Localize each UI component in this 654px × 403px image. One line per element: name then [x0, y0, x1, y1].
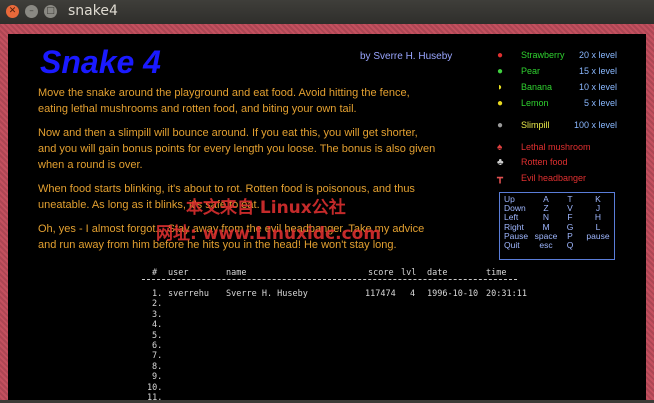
minimize-icon: – [29, 6, 34, 16]
legend-row-lemon: ● Lemon 5 x level [497, 98, 617, 112]
hs-cell-num: 6. [152, 341, 163, 351]
legend-name: Lethal mushroom [521, 142, 591, 152]
hs-header-user: user [168, 268, 189, 278]
lemon-icon: ● [497, 98, 504, 109]
close-icon: ✕ [8, 6, 17, 16]
legend-value: 5 x level [583, 98, 617, 108]
hs-cell-lvl: 4 [410, 289, 416, 299]
hs-cell-num: 2. [152, 299, 163, 310]
maximize-icon: □ [46, 6, 55, 16]
legend-name: Evil headbanger [521, 173, 587, 183]
hs-cell-num: 9. [152, 372, 163, 383]
key-set-3-column: K J H Lpause [586, 194, 610, 250]
key-label: Q [566, 240, 574, 251]
headbanger-icon: ┳ [497, 173, 504, 184]
legend-value: 15 x level [578, 66, 617, 76]
key-label [586, 241, 610, 250]
hs-cell-num: 1. [152, 289, 163, 299]
hs-header-num: # [152, 268, 158, 278]
legend-row-banana: ◗ Banana 10 x level [497, 82, 617, 96]
legend-value: 20 x level [578, 50, 617, 60]
hs-cell-date: 1996-10-10 [427, 289, 479, 299]
legend-name: Slimpill [521, 120, 550, 130]
author-byline: by Sverre H. Huseby [360, 51, 453, 62]
legend-row-pear: ● Pear 15 x level [497, 66, 617, 80]
strawberry-icon: ● [497, 50, 504, 61]
watermark-line2: 网址: www.Linuxidc.com [156, 224, 382, 244]
hs-cell-num: 4. [152, 320, 163, 331]
hs-cell-num: 5. [152, 330, 163, 341]
legend-row-rotten-food: ♣ Rotten food [497, 157, 617, 171]
legend-name: Rotten food [521, 157, 568, 167]
hs-header-lvl: lvl [401, 268, 417, 278]
close-button[interactable]: ✕ [6, 5, 19, 18]
hs-header-date: date [427, 268, 448, 278]
hs-cell-name: Sverre H. Huseby [226, 289, 308, 299]
hs-cell-num: 3. [152, 309, 163, 320]
window-titlebar[interactable]: ✕ – □ snake4 [0, 0, 654, 24]
watermark-line1: 本文来自 Linux公社 [186, 198, 346, 218]
legend-name: Strawberry [521, 50, 565, 60]
hs-cell-score: 117474 [365, 289, 396, 299]
rotten-food-icon: ♣ [497, 157, 504, 168]
legend-name: Lemon [521, 98, 549, 108]
hs-cell-time: 20:31:11 [486, 289, 527, 299]
hs-header-score: score [368, 268, 394, 278]
legend-name: Banana [521, 82, 553, 92]
hs-cell-num: 11. [147, 393, 163, 403]
minimize-button[interactable]: – [25, 5, 38, 18]
legend-row-evil-headbanger: ┳ Evil headbanger [497, 173, 617, 187]
mushroom-icon: ♠ [497, 142, 503, 153]
slimpill-icon: ● [497, 120, 504, 131]
banana-icon: ◗ [497, 82, 504, 93]
game-title: Snake 4 [40, 44, 161, 80]
hs-cell-num: 8. [152, 361, 163, 372]
hs-cell-num: 10. [147, 382, 163, 393]
maximize-button[interactable]: □ [44, 5, 57, 18]
key-set-2-column: TVFGPQ [562, 194, 578, 251]
hs-header-time: time [486, 268, 507, 278]
hs-cell-num: 7. [152, 351, 163, 362]
key-label: esc [539, 240, 553, 251]
legend-row-strawberry: ● Strawberry 20 x level [497, 50, 617, 64]
key-set-1-column: A Z N Mspace esc [534, 194, 558, 251]
hs-header-name: name [226, 268, 247, 278]
window-title: snake4 [68, 3, 118, 19]
hs-cell-user: sverrehu [168, 289, 209, 299]
pear-icon: ● [497, 66, 504, 77]
legend-row-slimpill: ● Slimpill 100 x level [497, 120, 617, 134]
legend-row-lethal-mushroom: ♠ Lethal mushroom [497, 142, 617, 156]
description-paragraph: Move the snake around the playground and… [38, 87, 410, 115]
legend-value: 10 x level [578, 82, 617, 92]
hs-separator [142, 279, 517, 280]
description-paragraph: Now and then a slimpill will bounce arou… [38, 127, 436, 171]
key-bindings-box: Up Down Left Right Pause Quit A Z N Mspace esc TV… [499, 192, 615, 260]
key-label: Quit [504, 240, 520, 251]
key-actions-column: Up Down Left Right Pause Quit [504, 194, 528, 251]
legend-value: 100 x level [573, 120, 617, 130]
legend-name: Pear [521, 66, 541, 76]
